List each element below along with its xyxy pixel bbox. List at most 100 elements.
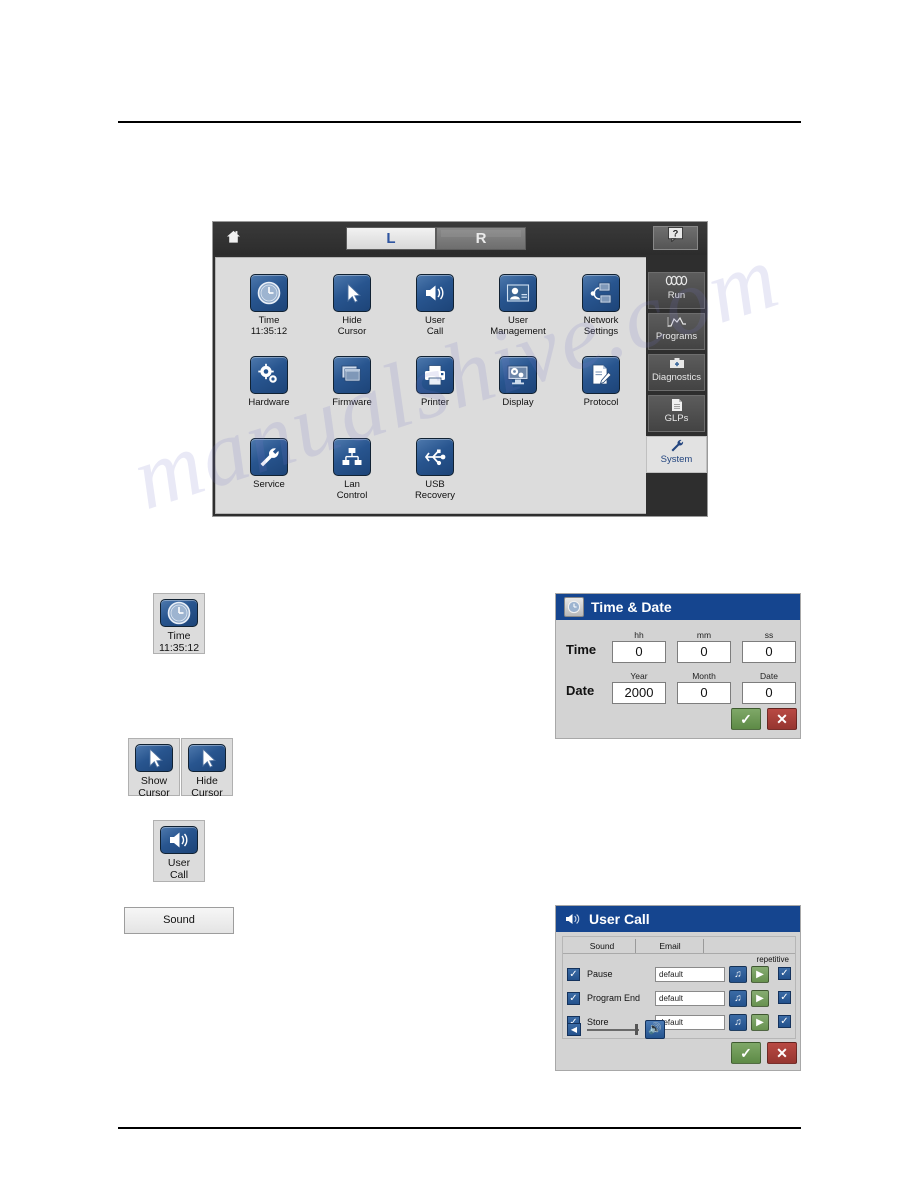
field-value[interactable]: 2000 [612,682,666,704]
field-value[interactable]: 0 [742,682,796,704]
tile-label: Time 11:35:12 [251,315,287,337]
callout-hide-cursor-tile[interactable]: Hide Cursor [181,738,233,799]
time-date-dialog: Time & Date Time hh 0 mm 0 ss 0 Date Yea… [555,593,801,739]
tab-glps[interactable]: GLPs [648,395,705,432]
field-caption: Year [630,671,648,681]
tile-label: Service [253,479,285,490]
volume-track[interactable] [587,1029,639,1031]
dialog-title-bar: User Call [556,906,800,932]
help-button[interactable]: ? [653,226,698,250]
tab-run[interactable]: Run [648,272,705,309]
field-ss[interactable]: ss 0 [742,630,796,663]
tab-diagnostics[interactable]: Diagnostics [648,354,705,391]
clock-icon [160,599,198,627]
cancel-button[interactable]: ✕ [767,708,797,730]
callout-show-cursor-tile[interactable]: Show Cursor [128,738,180,799]
field-value[interactable]: 0 [612,641,666,663]
segment-right[interactable]: R [436,227,526,250]
tile-usb-recovery[interactable]: USB Recovery [394,434,476,516]
tile-time[interactable]: Time 11:35:12 [228,270,310,352]
row-sound-input[interactable]: default [655,991,725,1006]
segment-left[interactable]: L [346,227,436,250]
tile-network-settings[interactable]: Network Settings [560,270,642,352]
volume-slider[interactable]: ◀ 🔊 [567,1020,687,1039]
confirm-button[interactable]: ✓ [731,1042,761,1064]
tile-label-line2: Control [336,490,368,501]
curve-icon [649,316,704,331]
tile-label-line2: 11:35:12 [250,326,288,337]
play-icon[interactable]: ▶ [751,1014,769,1031]
clock-icon [250,274,288,312]
tile-service[interactable]: Service [228,434,310,516]
field-year[interactable]: Year 2000 [612,671,666,704]
field-date[interactable]: Date 0 [742,671,796,704]
tab-programs[interactable]: Programs [648,313,705,350]
tab-sound[interactable]: Sound [569,939,636,953]
tile-hardware[interactable]: Hardware [228,352,310,434]
tile-display[interactable]: Display [477,352,559,434]
music-note-icon[interactable]: ♫ [729,990,747,1007]
volume-knob[interactable] [635,1024,638,1035]
field-month[interactable]: Month 0 [677,671,731,704]
wrench-icon [250,438,288,476]
time-row: Time hh 0 mm 0 ss 0 [556,630,802,668]
field-value[interactable]: 0 [742,641,796,663]
row-enable-checkbox[interactable]: ✓ [567,968,580,981]
field-value[interactable]: 0 [677,682,731,704]
tile-label: Display [502,397,534,408]
callout-label: Show Cursor [138,775,170,799]
tile-hide-cursor[interactable]: Hide Cursor [311,270,393,352]
coil-icon [649,275,704,290]
callout-label: User Call [168,857,190,881]
row-sound-input[interactable]: default [655,967,725,982]
callout-label-line2: Call [169,869,189,881]
speaker-low-icon[interactable]: ◀ [567,1023,581,1036]
play-icon[interactable]: ▶ [751,990,769,1007]
tile-label: USB Recovery [415,479,455,501]
tab-system[interactable]: System [646,436,707,473]
gears-icon [250,356,288,394]
tile-lan-control[interactable]: Lan Control [311,434,393,516]
speaker-icon [564,910,582,928]
row-repetitive-checkbox[interactable]: ✓ [778,991,791,1004]
tile-protocol[interactable]: Protocol [560,352,642,434]
device-tab-strip: Run Programs Diagnostics GLPs System [646,255,707,516]
tile-label-line1: USB [425,479,445,490]
document-pencil-icon [582,356,620,394]
callout-time-tile[interactable]: Time 11:35:12 [153,593,205,654]
field-value[interactable]: 0 [677,641,731,663]
row-enable-checkbox[interactable]: ✓ [567,992,580,1005]
sound-button[interactable]: Sound [124,907,234,934]
tile-firmware[interactable]: Firmware [311,352,393,434]
row-repetitive-checkbox[interactable]: ✓ [778,1015,791,1028]
field-hh[interactable]: hh 0 [612,630,666,663]
speaker-icon [416,274,454,312]
row-repetitive-checkbox[interactable]: ✓ [778,967,791,980]
home-icon[interactable] [225,230,241,246]
user-call-row: ✓ Program End default ♫ ▶ ✓ [567,989,793,1011]
time-row-label: Time [566,642,597,657]
cancel-button[interactable]: ✕ [767,1042,797,1064]
tile-label: Lan Control [337,479,368,501]
row-label: Pause [587,969,613,979]
tile-label-line2: Management [490,326,546,337]
document-icon [649,398,704,413]
date-row-label: Date [566,683,595,698]
music-note-icon[interactable]: ♫ [729,1014,747,1031]
speaker-high-icon[interactable]: 🔊 [645,1020,665,1039]
tile-user-management[interactable]: User Management [477,270,559,352]
callout-user-call-tile[interactable]: User Call [153,820,205,882]
tile-printer[interactable]: Printer [394,352,476,434]
callout-label: Time 11:35:12 [159,630,199,654]
tab-email[interactable]: Email [637,939,704,953]
tile-user-call[interactable]: User Call [394,270,476,352]
tile-label-line2: Recovery [414,490,456,501]
music-note-icon[interactable]: ♫ [729,966,747,983]
field-mm[interactable]: mm 0 [677,630,731,663]
tile-label-line1: User [507,315,529,326]
device-top-bar: L R ? [213,222,707,255]
play-icon[interactable]: ▶ [751,966,769,983]
confirm-button[interactable]: ✓ [731,708,761,730]
settings-icon-grid: Time 11:35:12 Hide Cursor User Call User… [228,270,642,516]
dialog-title-text: Time & Date [591,599,672,615]
